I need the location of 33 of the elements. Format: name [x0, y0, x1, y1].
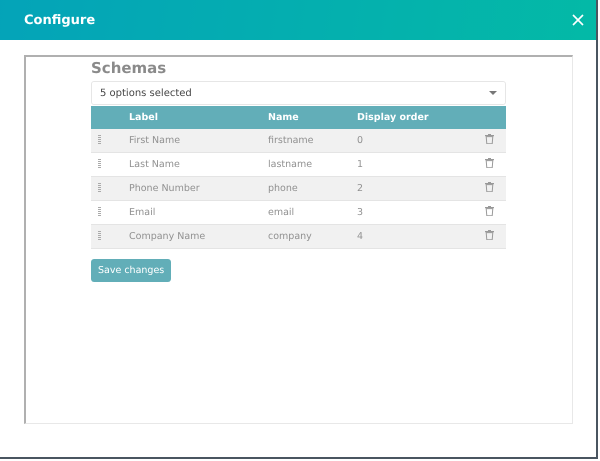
table-cell: Company Name: [129, 231, 206, 242]
drag-handle-icon[interactable]: [98, 206, 101, 216]
table-cell: email: [268, 207, 294, 218]
trash-icon[interactable]: [485, 182, 494, 192]
column-header: Label: [129, 112, 158, 123]
table-cell: Email: [129, 207, 156, 218]
trash-icon[interactable]: [485, 206, 494, 216]
table-cell: Last Name: [129, 159, 180, 170]
table-cell: 3: [357, 207, 364, 218]
trash-icon[interactable]: [485, 158, 494, 168]
drag-handle-icon[interactable]: [98, 158, 101, 168]
table-cell: lastname: [268, 159, 312, 170]
table-cell: firstname: [268, 135, 314, 146]
column-header: Display order: [357, 112, 429, 123]
column-header: Name: [268, 112, 299, 123]
dialog-title: Configure: [24, 12, 96, 28]
close-button[interactable]: [572, 14, 584, 26]
table-cell: 4: [357, 231, 364, 242]
drag-handle-icon[interactable]: [98, 134, 101, 144]
caret-icon: [489, 91, 497, 95]
drag-handle-icon[interactable]: [98, 230, 101, 240]
drag-handle-icon[interactable]: [98, 182, 101, 192]
table-cell: First Name: [129, 135, 180, 146]
table-cell: 0: [357, 135, 364, 146]
table-cell: 1: [357, 159, 364, 170]
trash-icon[interactable]: [485, 230, 494, 240]
table-cell: 2: [357, 183, 364, 194]
section-title: Schemas: [91, 59, 168, 77]
table-cell: company: [268, 231, 312, 242]
table-cell: Phone Number: [129, 183, 200, 194]
trash-icon[interactable]: [485, 134, 494, 144]
table-cell: phone: [268, 183, 298, 194]
schema-select[interactable]: 5 options selected: [91, 81, 506, 105]
